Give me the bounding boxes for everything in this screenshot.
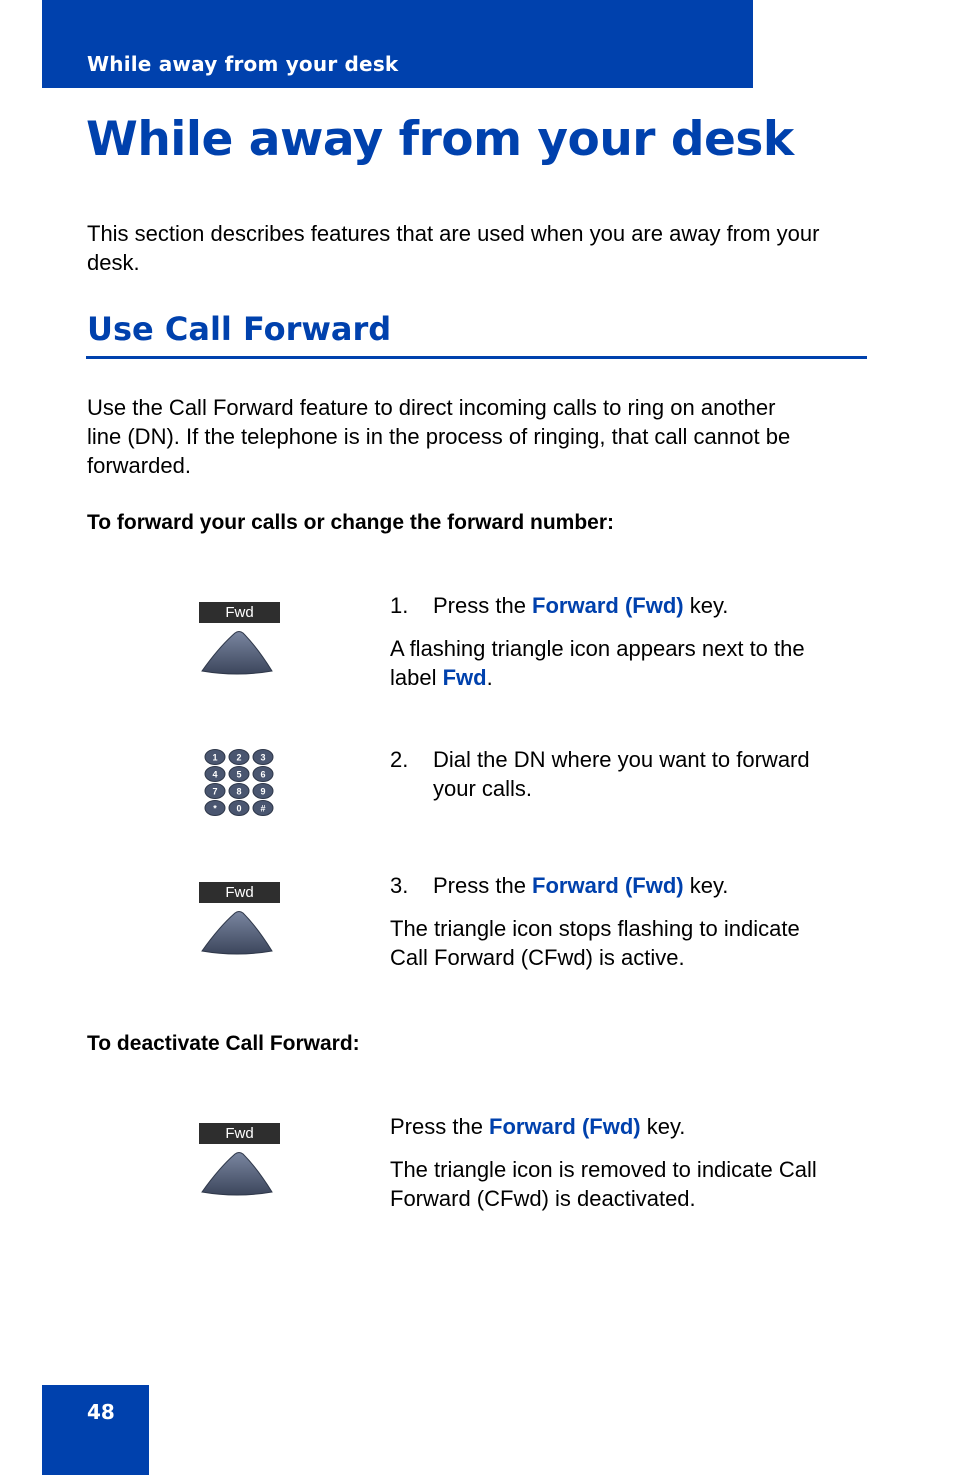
keypad-digit: 5 — [236, 770, 241, 780]
step-number: 1. — [390, 593, 409, 618]
description-line: Use the Call Forward feature to direct i… — [87, 395, 776, 420]
dialpad-icon[interactable]: 1 2 3 4 5 6 7 8 9 * 0 # — [203, 748, 275, 823]
softkey-button-icon — [201, 631, 273, 675]
step-3-note: The triangle icon stops flashing to indi… — [390, 914, 870, 972]
note-line: A flashing triangle icon appears next to… — [390, 636, 805, 661]
keypad-digit: 0 — [236, 804, 241, 814]
forward-key-name: Forward (Fwd) — [489, 1114, 641, 1139]
note-line: The triangle icon is removed to indicate… — [390, 1157, 817, 1182]
step-number: 3. — [390, 873, 409, 898]
note-suffix: . — [486, 665, 493, 690]
step-1-note: A flashing triangle icon appears next to… — [390, 634, 870, 692]
keypad-key[interactable]: * — [204, 800, 226, 816]
keypad-key[interactable]: 4 — [204, 766, 226, 782]
step-number: 2. — [390, 747, 409, 772]
step-text-prefix: Press the — [390, 1114, 490, 1139]
fwd-key-step-3[interactable]: Fwd — [199, 882, 281, 955]
softkey-button-icon — [201, 911, 273, 955]
step-text: your calls. — [433, 776, 533, 801]
step-2: 2. Dial the DN where you want to forward … — [390, 745, 870, 803]
keypad-key[interactable]: # — [252, 800, 274, 816]
keypad-digit: 4 — [212, 770, 217, 780]
fwd-key-deactivate[interactable]: Fwd — [199, 1123, 281, 1196]
fwd-key-step-1[interactable]: Fwd — [199, 602, 281, 675]
keypad-digit: 8 — [236, 787, 241, 797]
keypad-digit: 6 — [260, 770, 265, 780]
keypad-key[interactable]: 6 — [252, 766, 274, 782]
keypad-key[interactable]: 2 — [228, 749, 250, 765]
step-text-prefix: Press the — [433, 873, 533, 898]
keypad-digit: # — [260, 804, 265, 814]
keypad-key[interactable]: 9 — [252, 783, 274, 799]
keypad-digit: 3 — [260, 753, 265, 763]
page-number-box: 48 — [42, 1385, 149, 1475]
section-title: Use Call Forward — [87, 310, 392, 348]
keypad-digit: 2 — [236, 753, 241, 763]
forward-key-name: Forward (Fwd) — [532, 873, 684, 898]
step-text-suffix: key. — [640, 1114, 686, 1139]
step-text: Dial the DN where you want to forward — [433, 747, 810, 772]
section-description: Use the Call Forward feature to direct i… — [87, 393, 887, 480]
procedure-heading-forward: To forward your calls or change the forw… — [87, 511, 615, 534]
step-text-suffix: key. — [683, 593, 729, 618]
note-line: Call Forward (CFwd) is active. — [390, 945, 685, 970]
page-title: While away from your desk — [86, 112, 794, 167]
keypad-key[interactable]: 1 — [204, 749, 226, 765]
keypad-key[interactable]: 0 — [228, 800, 250, 816]
page-number: 48 — [87, 1400, 115, 1424]
description-line: line (DN). If the telephone is in the pr… — [87, 424, 791, 449]
running-header-title: While away from your desk — [87, 52, 399, 76]
note-line: The triangle icon stops flashing to indi… — [390, 916, 800, 941]
step-1: 1. Press the Forward (Fwd) key. — [390, 591, 870, 620]
keypad-digit: 1 — [212, 753, 217, 763]
softkey-button-icon — [201, 1152, 273, 1196]
deactivate-note: The triangle icon is removed to indicate… — [390, 1155, 870, 1213]
step-text-prefix: Press the — [433, 593, 533, 618]
keypad-digit: 7 — [212, 787, 217, 797]
keypad-key[interactable]: 8 — [228, 783, 250, 799]
fwd-key-label: Fwd — [199, 602, 280, 623]
fwd-label-name: Fwd — [442, 665, 487, 690]
step-3: 3. Press the Forward (Fwd) key. — [390, 871, 870, 900]
running-header-bar: While away from your desk — [42, 0, 753, 88]
step-text-suffix: key. — [683, 873, 729, 898]
deactivate-step: Press the Forward (Fwd) key. — [390, 1112, 870, 1141]
note-prefix: label — [390, 665, 443, 690]
procedure-heading-deactivate: To deactivate Call Forward: — [87, 1032, 360, 1055]
note-line: Forward (CFwd) is deactivated. — [390, 1186, 696, 1211]
keypad-digit: 9 — [260, 787, 265, 797]
fwd-key-label: Fwd — [199, 882, 280, 903]
keypad-grid: 1 2 3 4 5 6 7 8 9 * 0 # — [204, 749, 274, 816]
intro-paragraph: This section describes features that are… — [87, 221, 820, 275]
fwd-key-label: Fwd — [199, 1123, 280, 1144]
keypad-key[interactable]: 5 — [228, 766, 250, 782]
keypad-digit: * — [213, 804, 217, 814]
section-divider — [86, 356, 867, 359]
forward-key-name: Forward (Fwd) — [532, 593, 684, 618]
description-line: forwarded. — [87, 453, 191, 478]
keypad-key[interactable]: 7 — [204, 783, 226, 799]
keypad-key[interactable]: 3 — [252, 749, 274, 765]
